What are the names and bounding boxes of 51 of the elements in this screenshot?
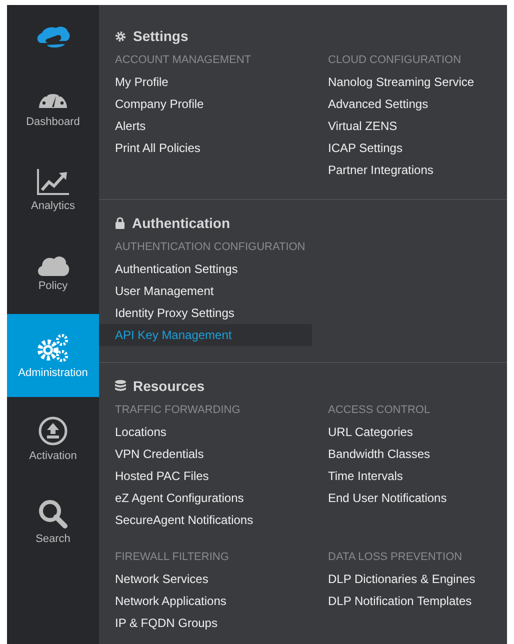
section-title: Authentication (132, 215, 230, 231)
group-heading: TRAFFIC FORWARDING (115, 403, 242, 418)
nav-item[interactable]: Analytics (7, 148, 99, 231)
group-heading: ACCOUNT MANAGEMENT (115, 53, 252, 68)
cloud-logo-icon (35, 25, 71, 49)
menu-link[interactable]: Nanolog Streaming Service (328, 71, 507, 93)
menu-link[interactable]: Authentication Settings (115, 258, 328, 280)
upload-icon (38, 416, 68, 446)
menu-link[interactable]: API Key Management (99, 324, 312, 346)
menu-link[interactable]: DLP Notification Templates (328, 590, 507, 612)
cloud-icon (36, 254, 70, 276)
menu-link[interactable]: Network Applications (115, 590, 328, 612)
group-heading: DATA LOSS PREVENTION (328, 550, 464, 565)
menu-link[interactable]: User Management (115, 280, 328, 302)
menu-link[interactable]: End User Notifications (328, 487, 507, 509)
menu-link[interactable]: Hosted PAC Files (115, 465, 328, 487)
nav-item[interactable]: Search (7, 480, 99, 563)
lock-icon (115, 217, 125, 229)
menu-link[interactable]: Time Intervals (328, 465, 507, 487)
section-title: Resources (133, 378, 205, 394)
menu-link[interactable]: Alerts (115, 115, 328, 137)
menu-link[interactable]: VPN Credentials (115, 443, 328, 465)
nav-item[interactable]: Policy (7, 231, 99, 314)
menu-link[interactable]: Company Profile (115, 93, 328, 115)
nav-item[interactable]: Dashboard (7, 65, 99, 148)
menu-link[interactable]: Virtual ZENS (328, 115, 507, 137)
group-heading: ACCESS CONTROL (328, 403, 432, 418)
menu-link[interactable]: eZ Agent Configurations (115, 487, 328, 509)
menu-link[interactable]: URL Categories (328, 421, 507, 443)
menu-link[interactable]: Identity Proxy Settings (115, 302, 328, 324)
group-heading: CLOUD CONFIGURATION (328, 53, 462, 68)
menu-link[interactable]: SecureAgent Notifications (115, 509, 328, 531)
line-chart-icon (36, 168, 70, 196)
group-heading: FIREWALL FILTERING (115, 550, 230, 565)
nav-item[interactable]: Activation (7, 397, 99, 480)
search-icon (38, 498, 68, 528)
gear-icon (115, 30, 126, 42)
section-title: Settings (133, 28, 188, 44)
menu-link[interactable]: Advanced Settings (328, 93, 507, 115)
menu-link[interactable]: My Profile (115, 71, 328, 93)
database-icon (115, 380, 126, 392)
group-heading: AUTHENTICATION CONFIGURATION (115, 240, 306, 255)
menu-link[interactable]: Locations (115, 421, 328, 443)
gears-icon (36, 332, 70, 362)
menu-link[interactable]: DLP Dictionaries & Engines (328, 568, 507, 590)
menu-link[interactable]: Partner Integrations (328, 159, 507, 181)
menu-link[interactable]: Bandwidth Classes (328, 443, 507, 465)
menu-link[interactable]: ICAP Settings (328, 137, 507, 159)
menu-link[interactable]: Print All Policies (115, 137, 328, 159)
menu-link[interactable]: IP & FQDN Groups (115, 612, 328, 634)
menu-link[interactable]: Network Services (115, 568, 328, 590)
